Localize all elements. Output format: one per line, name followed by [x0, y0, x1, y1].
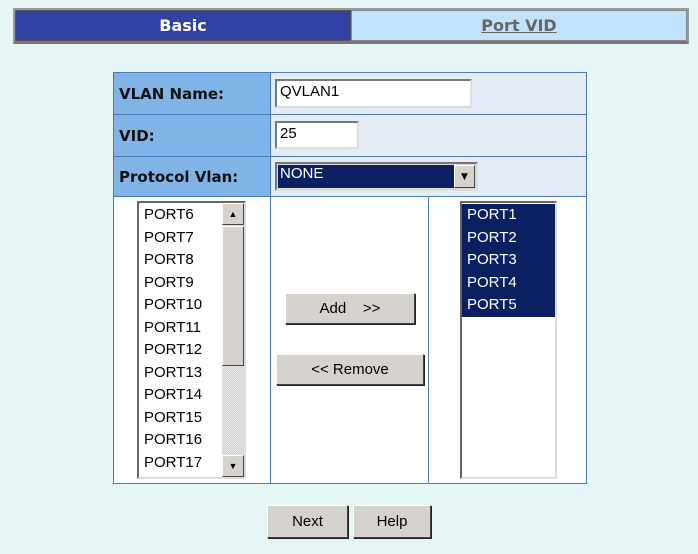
help-button[interactable]: Help — [353, 505, 431, 538]
port-option[interactable]: PORT4 — [462, 271, 555, 294]
scrollbar[interactable]: ▲ ▼ — [222, 203, 244, 477]
member-ports-list[interactable]: PORT1 PORT2 PORT3 PORT4 PORT5 — [460, 201, 557, 479]
port-option[interactable]: PORT5 — [462, 294, 555, 317]
port-option[interactable]: PORT2 — [462, 226, 555, 249]
scrollbar-thumb[interactable] — [222, 226, 244, 366]
protocol-vlan-value: NONE — [277, 164, 456, 189]
vlan-form-table: VLAN Name: QVLAN1 VID: 25 Protocol Vlan:… — [113, 72, 587, 484]
add-button[interactable]: Add >> — [285, 293, 415, 324]
tab-basic[interactable]: Basic — [15, 10, 351, 41]
vid-label: VID: — [114, 115, 270, 156]
next-button[interactable]: Next — [267, 505, 348, 538]
protocol-vlan-label: Protocol Vlan: — [114, 157, 270, 196]
remove-button[interactable]: << Remove — [276, 354, 424, 385]
add-button-label: Add >> — [319, 300, 381, 317]
available-ports-list[interactable]: PORT6 PORT7 PORT8 PORT9 PORT10 PORT11 PORT12 PO… — [137, 201, 246, 479]
vlan-name-label: VLAN Name: — [114, 73, 270, 114]
port-option[interactable]: PORT3 — [462, 249, 555, 272]
vid-input[interactable]: 25 — [275, 121, 359, 149]
tab-port-vid[interactable]: Port VID — [351, 10, 687, 41]
chevron-down-icon[interactable]: ▼ — [454, 165, 475, 188]
vlan-name-input[interactable]: QVLAN1 — [275, 79, 472, 108]
protocol-vlan-select[interactable]: NONE ▼ — [275, 162, 478, 191]
scroll-down-icon[interactable]: ▼ — [222, 455, 244, 477]
scroll-up-icon[interactable]: ▲ — [222, 203, 244, 225]
port-option[interactable]: PORT1 — [462, 204, 555, 227]
tab-bar: Basic Port VID — [13, 8, 689, 44]
